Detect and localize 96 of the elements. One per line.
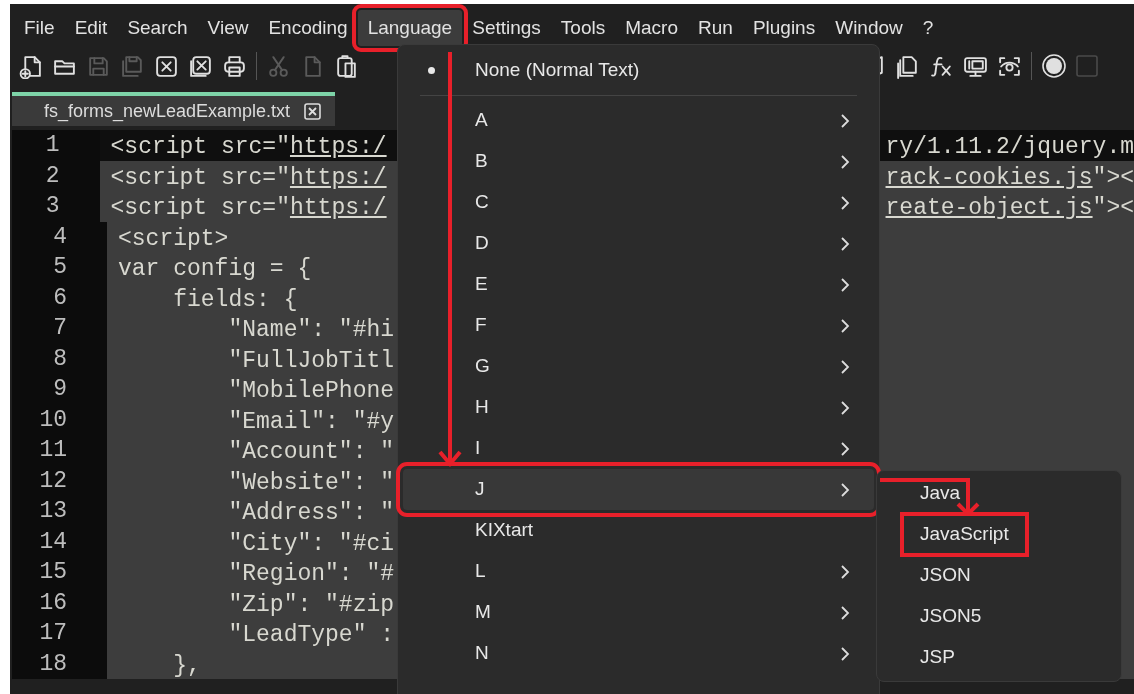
menu-item[interactable]: File bbox=[14, 10, 65, 46]
print-icon[interactable] bbox=[222, 53, 247, 79]
menu-item[interactable]: E bbox=[403, 264, 874, 305]
menu-item[interactable]: Encoding bbox=[258, 10, 358, 46]
menu-item[interactable]: Window bbox=[825, 10, 913, 46]
code-text: rack-cookies.js">< bbox=[885, 163, 1134, 193]
line-number: 13 bbox=[39, 497, 67, 526]
chevron-icon bbox=[840, 317, 850, 334]
chevron-icon bbox=[840, 645, 850, 662]
code-text: "MobilePhone bbox=[227, 377, 395, 406]
menu-item[interactable]: B bbox=[403, 141, 874, 182]
code-text: var config = { bbox=[118, 255, 312, 284]
chevron-icon bbox=[840, 399, 850, 416]
menu-item[interactable]: Edit bbox=[64, 10, 118, 46]
line-number: 17 bbox=[39, 619, 67, 648]
code-text: "Email": "#y bbox=[227, 407, 395, 437]
menu-item[interactable]: Plugins bbox=[742, 10, 826, 46]
line-number: 6 bbox=[53, 283, 67, 313]
chevron-icon bbox=[840, 563, 850, 580]
menu-item[interactable]: Search bbox=[117, 10, 198, 46]
code-text: "Address": " bbox=[227, 499, 395, 528]
line-number: 8 bbox=[53, 344, 67, 374]
menu-item[interactable]: ? bbox=[912, 10, 944, 46]
line-number: 9 bbox=[53, 375, 67, 404]
menu-item[interactable]: None (Normal Text) bbox=[403, 50, 874, 91]
documents-icon[interactable] bbox=[895, 53, 920, 79]
record-icon[interactable] bbox=[1041, 53, 1067, 79]
menu-item[interactable]: N bbox=[403, 633, 874, 674]
code-text: <script src="https:/ bbox=[110, 133, 387, 162]
chevron-icon bbox=[840, 440, 850, 457]
code-text: "City": "#ci bbox=[227, 529, 395, 559]
menu-item[interactable]: Settings bbox=[462, 10, 551, 46]
line-number: 15 bbox=[39, 558, 67, 587]
menu-item[interactable]: JSON5 bbox=[920, 602, 982, 631]
cut-icon[interactable] bbox=[266, 53, 291, 79]
menu-item[interactable]: JavaScript bbox=[900, 512, 1029, 557]
line-number: 1 bbox=[45, 131, 60, 160]
line-number: 16 bbox=[39, 588, 67, 618]
code-text: ry/1.11.2/jquery.m bbox=[885, 133, 1134, 162]
code-text: fields: { bbox=[172, 285, 298, 315]
chevron-icon bbox=[840, 276, 850, 293]
menu-item[interactable]: L bbox=[403, 551, 874, 592]
chevron-icon bbox=[840, 358, 850, 375]
code-text: "Region": "# bbox=[227, 560, 395, 589]
menu-item[interactable]: KIXtart bbox=[403, 510, 874, 551]
code-text: "FullJobTitl bbox=[227, 346, 395, 376]
menu-item[interactable]: View bbox=[197, 10, 259, 46]
line-number: 7 bbox=[53, 314, 67, 343]
close-icon[interactable] bbox=[154, 53, 179, 79]
line-number: 14 bbox=[39, 527, 67, 557]
menu-item[interactable]: A bbox=[403, 100, 874, 141]
menu-item[interactable]: Run bbox=[688, 10, 743, 46]
line-number: 5 bbox=[53, 253, 67, 282]
line-number: 4 bbox=[53, 222, 67, 252]
line-number: 12 bbox=[39, 466, 67, 496]
code-text: reate-object.js">< bbox=[885, 194, 1134, 223]
menu-item[interactable]: H bbox=[403, 387, 874, 428]
line-number: 3 bbox=[45, 192, 60, 221]
chevron-icon bbox=[840, 235, 850, 252]
menu-item[interactable]: I bbox=[403, 428, 874, 469]
tab-label: fs_forms_newLeadExample.txt bbox=[44, 99, 291, 124]
code-text: "Zip": "#zip bbox=[227, 590, 395, 620]
code-text: <script src="https:/ bbox=[110, 194, 387, 223]
new-file-icon[interactable] bbox=[18, 53, 43, 79]
close-all-icon[interactable] bbox=[188, 53, 213, 79]
menu-item[interactable]: Tools bbox=[550, 10, 616, 46]
menu-item[interactable]: G bbox=[403, 346, 874, 387]
menu-item[interactable]: JSP bbox=[920, 643, 955, 672]
menu-item[interactable]: M bbox=[403, 592, 874, 633]
chevron-icon bbox=[840, 604, 850, 621]
line-number: 10 bbox=[39, 405, 67, 435]
code-text: "Website": " bbox=[227, 468, 395, 498]
menu-item[interactable]: C bbox=[403, 182, 874, 223]
code-text: }, bbox=[172, 651, 201, 681]
code-text: "Name": "#hi bbox=[227, 316, 395, 345]
menu-item[interactable]: Macro bbox=[615, 10, 688, 46]
chevron-icon bbox=[840, 481, 850, 498]
close-icon[interactable] bbox=[304, 102, 322, 120]
code-text: <script src="https:/ bbox=[110, 163, 387, 193]
chevron-icon bbox=[840, 194, 850, 211]
menu-item[interactable]: Java bbox=[920, 479, 961, 508]
menu-item[interactable]: D bbox=[403, 223, 874, 264]
code-text: "Account": " bbox=[227, 438, 395, 467]
line-number: 11 bbox=[39, 436, 67, 465]
bullet-icon bbox=[428, 67, 435, 74]
chevron-icon bbox=[840, 153, 850, 170]
file-tab[interactable]: fs_forms_newLeadExample.txt bbox=[12, 92, 335, 126]
paste-icon[interactable] bbox=[334, 53, 359, 79]
code-text: "LeadType" : bbox=[227, 621, 395, 650]
menu-item[interactable]: F bbox=[403, 305, 874, 346]
line-number: 2 bbox=[45, 161, 60, 191]
save-all-icon[interactable] bbox=[120, 53, 145, 79]
menu-item[interactable]: JSON bbox=[920, 561, 971, 590]
code-text: <script> bbox=[118, 224, 229, 254]
chevron-icon bbox=[840, 112, 850, 129]
line-number: 18 bbox=[39, 649, 67, 679]
